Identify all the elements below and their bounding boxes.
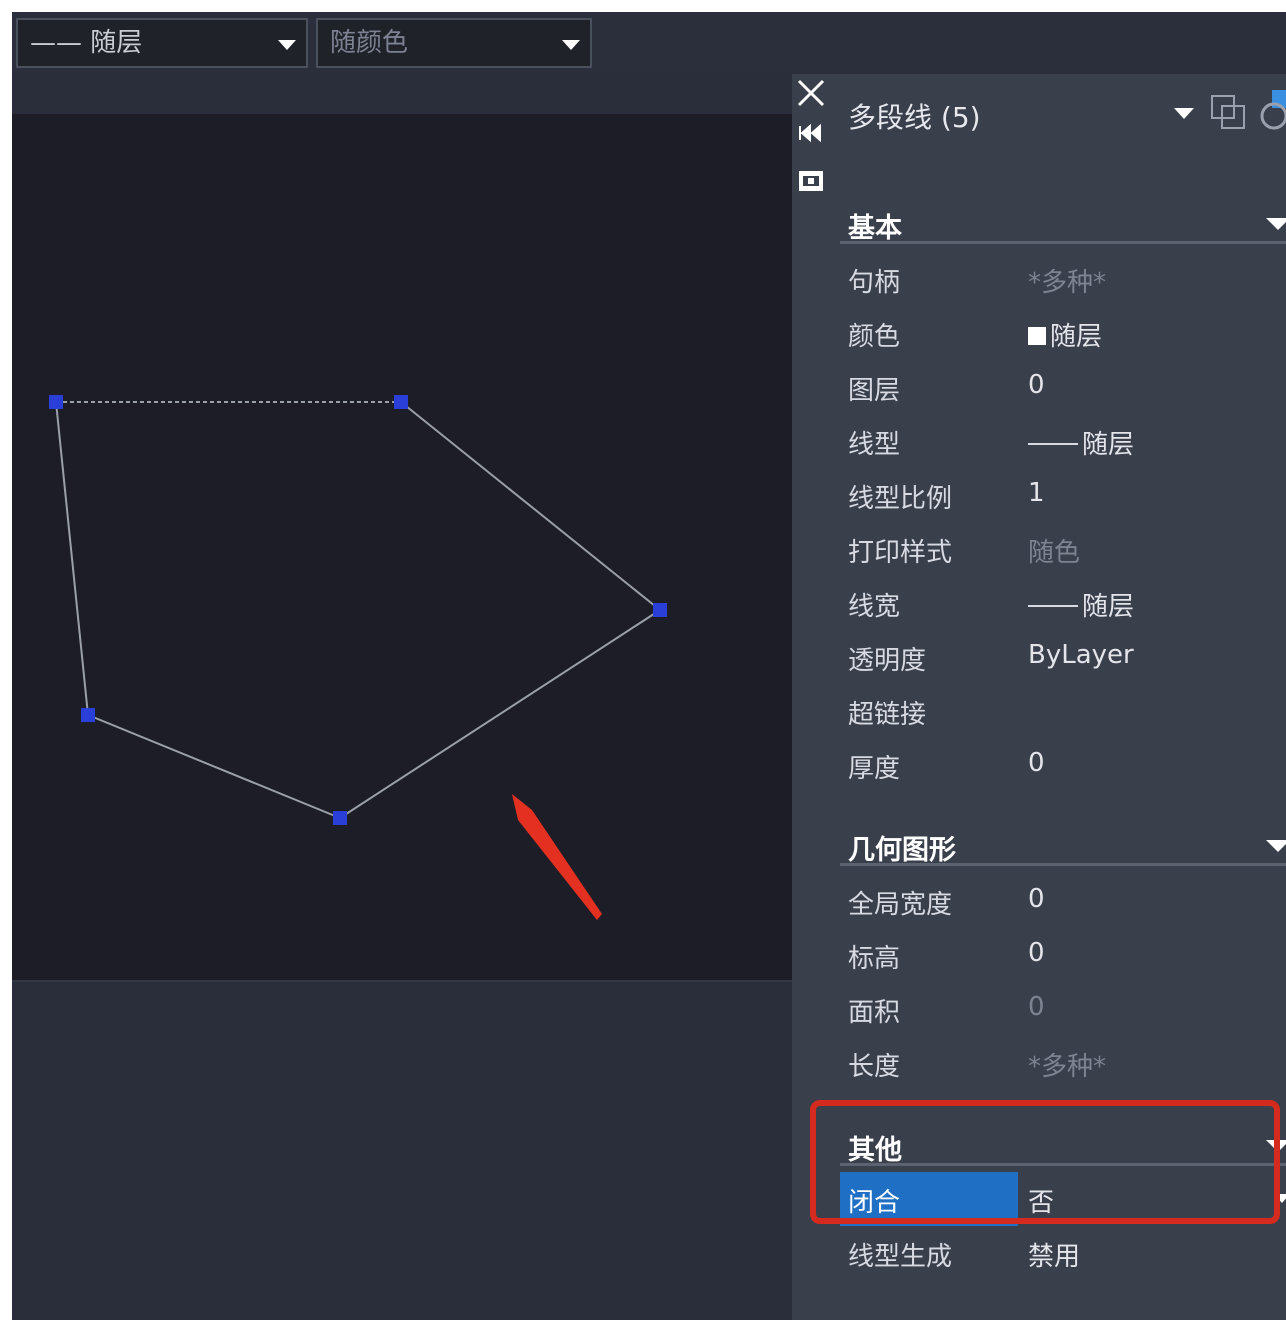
lineweight-preview: [1028, 605, 1078, 607]
property-row-elevation[interactable]: 标高 0: [840, 928, 1286, 982]
property-value: 0: [1028, 992, 1045, 1022]
cad-application: —— 随层 随颜色 多段线 (5) 基本 句柄 *多种* 颜色 随层 图层 0 …: [12, 12, 1286, 1320]
property-row-area[interactable]: 面积 0: [840, 982, 1286, 1036]
select-objects-icon[interactable]: [1208, 92, 1248, 132]
vertex-grip[interactable]: [81, 708, 95, 722]
linetype-preview: [1028, 443, 1078, 445]
property-label: 颜色: [848, 322, 901, 352]
selection-type-title[interactable]: 多段线 (5): [848, 96, 981, 136]
vertex-grip[interactable]: [653, 603, 667, 617]
property-value: *多种*: [1028, 268, 1107, 298]
property-row-linetype-scale[interactable]: 线型比例 1: [840, 468, 1286, 522]
polyline-segment: [339, 609, 661, 819]
panel-header: 多段线 (5): [830, 74, 1286, 154]
collapse-icon[interactable]: [1266, 218, 1286, 230]
dropdown-icon[interactable]: [1174, 108, 1194, 119]
property-value-wrap: 随层: [1028, 586, 1134, 623]
property-label: 线宽: [848, 592, 901, 622]
color-dropdown-value: 随颜色: [330, 28, 409, 58]
section-basic[interactable]: 基本: [840, 202, 1286, 244]
property-value: 1: [1028, 478, 1045, 508]
properties-toolbar: —— 随层 随颜色: [12, 12, 1286, 72]
property-value: 随层: [1082, 592, 1135, 622]
color-swatch: [1028, 327, 1046, 345]
property-row-transparency[interactable]: 透明度 ByLayer: [840, 630, 1286, 684]
toggle-pickadd-icon[interactable]: [1254, 90, 1286, 134]
property-label: 标高: [848, 944, 901, 974]
property-value: 禁用: [1028, 1242, 1081, 1272]
drawing-canvas[interactable]: [12, 114, 792, 980]
vertex-grip[interactable]: [394, 395, 408, 409]
property-value: ByLayer: [1028, 640, 1134, 670]
property-label: 句柄: [848, 268, 901, 298]
polyline-segment: [55, 401, 89, 716]
property-row-hyperlink[interactable]: 超链接: [840, 684, 1286, 738]
section-title: 基本: [848, 213, 902, 244]
polyline-segment: [400, 401, 661, 611]
polyline[interactable]: [55, 401, 661, 819]
property-label: 长度: [848, 1052, 901, 1082]
property-value-wrap: 随层: [1028, 424, 1134, 461]
color-dropdown[interactable]: 随颜色: [316, 18, 592, 68]
property-row-handle[interactable]: 句柄 *多种*: [840, 252, 1286, 306]
section-title: 几何图形: [848, 835, 956, 866]
property-value: 随层: [1050, 322, 1103, 352]
section-geometry[interactable]: 几何图形: [840, 824, 1286, 866]
vertex-grip[interactable]: [333, 811, 347, 825]
property-label: 线型比例: [848, 484, 953, 514]
property-value: 0: [1028, 748, 1045, 778]
canvas-bottom-area: [12, 980, 792, 1320]
property-row-length[interactable]: 长度 *多种*: [840, 1036, 1286, 1090]
property-row-lineweight[interactable]: 线宽 随层: [840, 576, 1286, 630]
property-row-linetype[interactable]: 线型 随层: [840, 414, 1286, 468]
property-value: 随色: [1028, 538, 1081, 568]
property-row-linetype-generation[interactable]: 线型生成 禁用: [840, 1226, 1286, 1280]
property-value: *多种*: [1028, 1052, 1107, 1082]
red-highlight-annotation: [810, 1100, 1280, 1224]
property-row-global-width[interactable]: 全局宽度 0: [840, 874, 1286, 928]
canvas-top-band: [12, 76, 792, 116]
chevron-down-icon: [278, 40, 296, 50]
linetype-dropdown[interactable]: —— 随层: [16, 18, 308, 68]
property-label: 图层: [848, 376, 901, 406]
property-row-plot-style[interactable]: 打印样式 随色: [840, 522, 1286, 576]
property-value-wrap: 随层: [1028, 316, 1102, 353]
property-value: 0: [1028, 370, 1045, 400]
close-icon[interactable]: [796, 78, 826, 108]
property-value: 0: [1028, 884, 1045, 914]
property-label: 打印样式: [848, 538, 953, 568]
collapse-icon[interactable]: [1266, 840, 1286, 852]
property-value: 随层: [1082, 430, 1135, 460]
property-label: 全局宽度: [848, 890, 953, 920]
polyline-segment: [87, 714, 341, 819]
property-row-color[interactable]: 颜色 随层: [840, 306, 1286, 360]
property-label: 线型: [848, 430, 901, 460]
property-label: 透明度: [848, 646, 927, 676]
property-label: 面积: [848, 998, 901, 1028]
drawing-svg: [49, 395, 667, 920]
red-arrow-annotation: [512, 794, 602, 920]
chevron-down-icon: [562, 40, 580, 50]
quick-properties-icon[interactable]: [796, 166, 826, 196]
linetype-dropdown-value: —— 随层: [30, 28, 143, 58]
property-label: 厚度: [848, 754, 901, 784]
property-row-layer[interactable]: 图层 0: [840, 360, 1286, 414]
vertex-grip[interactable]: [49, 395, 63, 409]
pin-icon[interactable]: [796, 118, 826, 148]
property-value: 0: [1028, 938, 1045, 968]
property-label: 超链接: [848, 700, 927, 730]
property-row-thickness[interactable]: 厚度 0: [840, 738, 1286, 792]
property-label: 线型生成: [848, 1242, 953, 1272]
